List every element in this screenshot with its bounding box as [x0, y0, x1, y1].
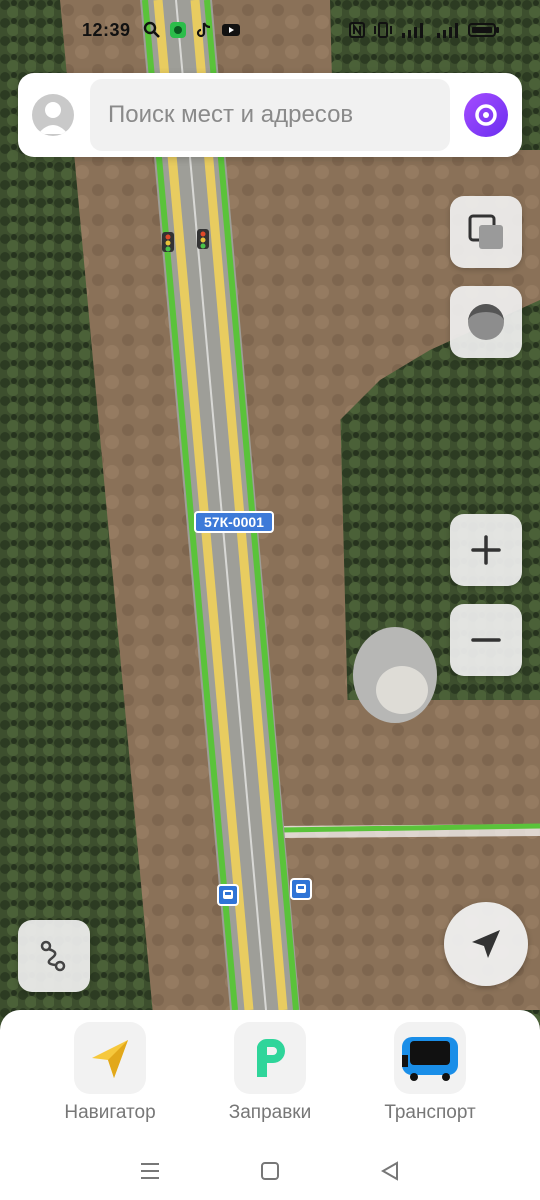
navigator-arrow-icon: [74, 1022, 146, 1094]
battery-icon: [468, 21, 500, 39]
shortcut-gas-stations[interactable]: Заправки: [190, 1022, 350, 1124]
route-button[interactable]: [18, 920, 90, 992]
menu-icon: [141, 1163, 159, 1179]
search-icon: [143, 21, 161, 39]
back-triangle-icon: [380, 1161, 398, 1181]
shortcut-label: Транспорт: [384, 1102, 476, 1123]
road-number-label: 57К-0001: [194, 511, 274, 533]
menu-nav-button[interactable]: [130, 1151, 170, 1191]
zoom-in-button[interactable]: [450, 514, 522, 586]
shortcut-label: Заправки: [228, 1102, 312, 1123]
shortcuts-row: Навигатор Заправки Транспорт: [0, 1010, 540, 1124]
search-bar: Поиск мест и адресов: [18, 73, 522, 157]
plus-icon: [471, 535, 501, 565]
layers-icon: [468, 214, 503, 249]
bus-icon: [394, 1022, 466, 1094]
zoom-out-button[interactable]: [450, 604, 522, 676]
shortcut-navigator[interactable]: Навигатор: [30, 1022, 190, 1124]
alice-icon: [475, 104, 497, 126]
my-location-button[interactable]: [444, 902, 528, 986]
avatar[interactable]: [32, 94, 74, 136]
user-icon: [38, 102, 68, 134]
minus-icon: [471, 638, 501, 642]
shortcut-transport[interactable]: Транспорт: [350, 1022, 510, 1124]
bottom-panel: Навигатор Заправки Транспорт: [0, 1010, 540, 1200]
search-input[interactable]: Поиск мест и адресов: [90, 79, 450, 151]
location-arrow-icon: [472, 930, 500, 958]
search-placeholder: Поиск мест и адресов: [108, 101, 354, 128]
home-square-icon: [261, 1162, 279, 1180]
nfc-icon: [348, 21, 366, 39]
tiktok-icon: [195, 21, 213, 39]
alice-voice-assistant-button[interactable]: [464, 93, 508, 137]
shortcut-label: Навигатор: [64, 1102, 156, 1123]
system-navigation-bar: [0, 1142, 540, 1200]
signal-icon: [400, 21, 428, 39]
home-nav-button[interactable]: [250, 1151, 290, 1191]
layers-button[interactable]: [450, 196, 522, 268]
vibrate-icon: [373, 21, 393, 39]
bus-stop-icon[interactable]: [217, 884, 239, 906]
map-mode-icon: [468, 304, 504, 340]
gas-station-p-icon: [234, 1022, 306, 1094]
app-notification-icon: [169, 21, 187, 39]
bus-stop-icon[interactable]: [290, 878, 312, 900]
status-time: 12:39: [82, 19, 131, 40]
map-mode-button[interactable]: [450, 286, 522, 358]
route-icon: [40, 940, 66, 972]
status-bar: 12:39: [0, 0, 540, 60]
youtube-icon: [221, 22, 241, 38]
back-nav-button[interactable]: [370, 1151, 410, 1191]
signal-icon: [435, 21, 461, 39]
